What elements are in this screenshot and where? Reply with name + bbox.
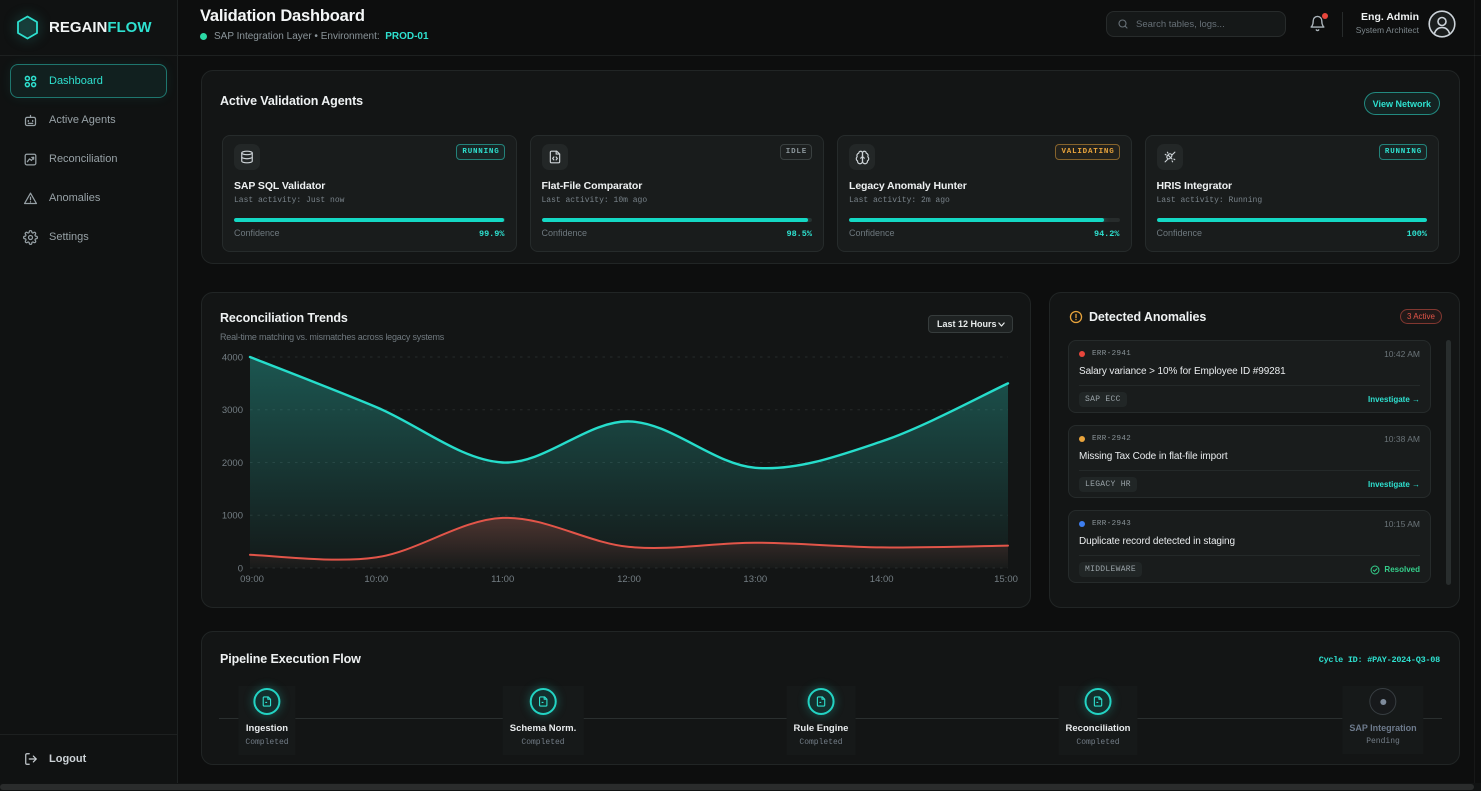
svg-text:1000: 1000: [222, 511, 243, 522]
svg-text:12:00: 12:00: [617, 574, 641, 585]
svg-text:14:00: 14:00: [870, 574, 894, 585]
svg-text:2000: 2000: [222, 458, 243, 469]
svg-text:09:00: 09:00: [240, 574, 264, 585]
svg-text:13:00: 13:00: [743, 574, 767, 585]
svg-text:15:00: 15:00: [994, 574, 1018, 585]
svg-text:0: 0: [238, 564, 243, 575]
svg-text:3000: 3000: [222, 405, 243, 416]
svg-text:11:00: 11:00: [491, 574, 514, 585]
svg-text:4000: 4000: [222, 353, 243, 364]
svg-text:10:00: 10:00: [364, 574, 388, 585]
